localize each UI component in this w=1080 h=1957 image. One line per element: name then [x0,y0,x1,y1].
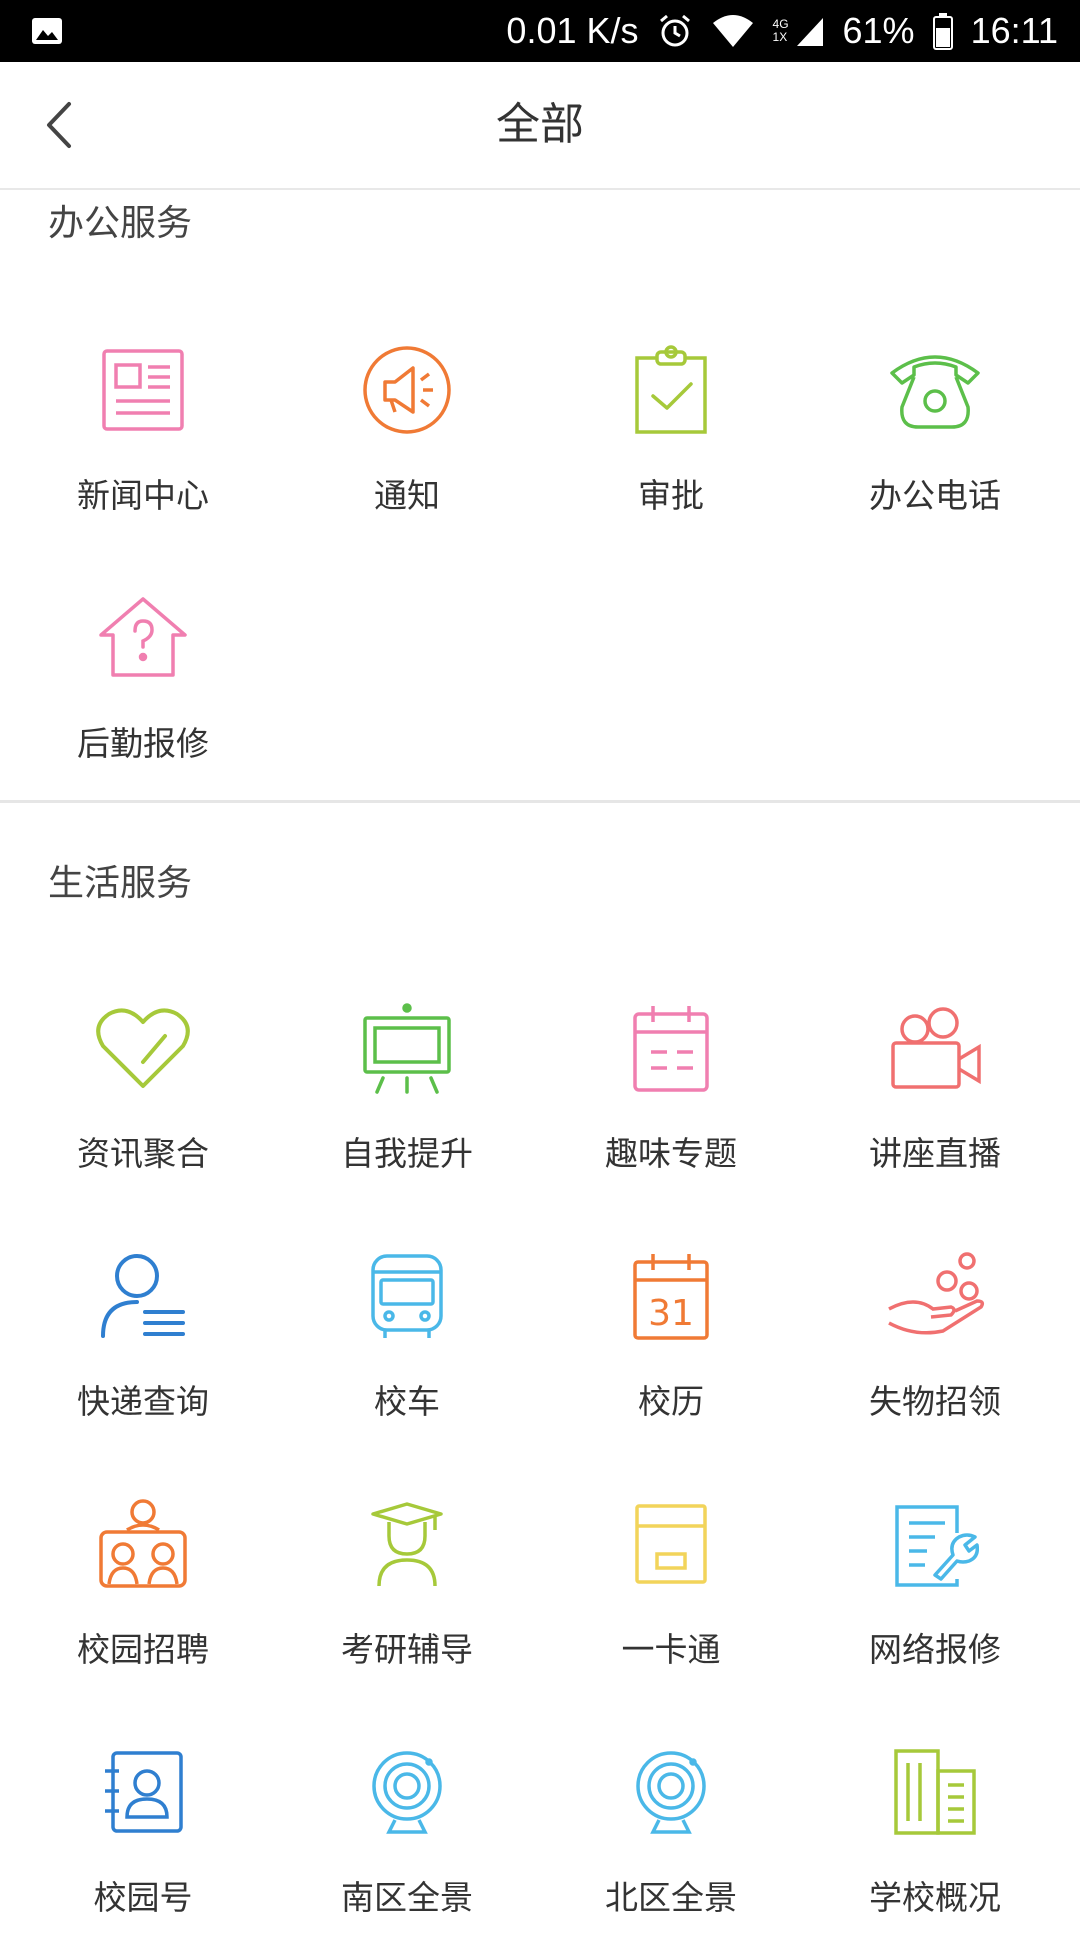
graduate-icon [371,1502,443,1587]
video-camera-icon [891,1007,981,1089]
megaphone-icon [363,346,451,434]
person-list-icon [101,1254,185,1338]
grid-item-label: 学校概况 [869,1878,1001,1917]
grid-item-label: 后勤报修 [77,724,209,763]
calendar-icon [633,1006,709,1092]
recruitment-icon [99,1499,187,1588]
webcam-icon [372,1751,442,1834]
status-bar: 0.01 K/s 4G 1X 61% 16:11 [0,0,1080,62]
grid-item-label: 网络报修 [869,1630,1001,1669]
grid-item-news-center[interactable]: 新闻中心 [8,335,278,555]
grid-item-network-repair[interactable]: 网络报修 [800,1489,1070,1709]
grid-item-label: 考研辅导 [341,1630,473,1669]
grid-item-campus-card[interactable]: 一卡通 [536,1489,806,1709]
page-title: 全部 [496,99,584,150]
grid-item-label: 校园号 [93,1878,193,1917]
title-bar: 全部 [0,62,1080,190]
grid-item-label: 资讯聚合 [77,1134,209,1173]
svg-text:31: 31 [648,1293,694,1334]
grid-item-label: 自我提升 [341,1134,473,1173]
clock: 16:11 [970,10,1058,51]
grid-item-label: 审批 [638,476,704,515]
hand-coins-icon [888,1252,985,1335]
grid-item-postgrad-tutoring[interactable]: 考研辅导 [272,1489,542,1709]
grid-item-label: 一卡通 [621,1630,721,1669]
grid-item-office-phone[interactable]: 办公电话 [800,335,1070,555]
grid-item-self-improvement[interactable]: 自我提升 [272,993,542,1213]
section-title: 生活服务 [48,863,193,904]
image-notification-icon [32,18,62,44]
section-life-services: 生活服务 资讯聚合 自我提升 趣味专题 讲座直播 快递查询 校车 31 校历 失… [0,803,1080,1920]
grid-item-label: 办公电话 [869,476,1001,515]
grid-item-label: 趣味专题 [605,1134,737,1173]
signal-icon [796,18,823,46]
webcam-icon [636,1751,706,1834]
grid-item-label: 校车 [374,1382,440,1421]
grid-item-label: 新闻中心 [77,476,209,515]
grid-item-school-bus[interactable]: 校车 [272,1241,542,1461]
wifi-icon [712,15,753,47]
bus-icon [371,1254,443,1338]
calendar-31-icon: 31 [633,1254,709,1340]
contact-card-icon [105,1751,183,1833]
grid-item-label: 南区全景 [341,1878,473,1917]
grid-item-fun-topics[interactable]: 趣味专题 [536,993,806,1213]
battery-icon [932,13,953,50]
network-type: 4G 1X [772,17,789,44]
grid-item-express-query[interactable]: 快递查询 [8,1241,278,1461]
grid-item-campus-account[interactable]: 校园号 [8,1737,278,1957]
alarm-icon [659,14,690,47]
grid-item-notice[interactable]: 通知 [272,335,542,555]
heart-icon [96,1008,190,1088]
grid-item-north-panorama[interactable]: 北区全景 [536,1737,806,1957]
grid-item-campus-recruitment[interactable]: 校园招聘 [8,1489,278,1709]
battery-percent: 61% [842,10,915,51]
telephone-icon [890,355,980,429]
grid-item-school-calendar[interactable]: 31 校历 [536,1241,806,1461]
grid-item-approval[interactable]: 审批 [536,335,806,555]
card-icon [635,1504,707,1584]
grid-item-lost-and-found[interactable]: 失物招领 [800,1241,1070,1461]
section-title: 办公服务 [48,203,193,244]
cellular-indicator: 4G 1X [773,14,825,48]
section-office-services: 办公服务 新闻中心 通知 审批 办公电话 后勤报修 [0,190,1080,800]
grid-item-label: 北区全景 [605,1878,737,1917]
newspaper-icon [102,349,184,431]
house-question-icon [99,597,187,677]
grid-item-label: 校历 [638,1382,704,1421]
grid-item-label: 快递查询 [77,1382,209,1421]
grid-item-label: 通知 [374,476,440,515]
grid-item-lecture-live[interactable]: 讲座直播 [800,993,1070,1213]
grid-item-label: 校园招聘 [77,1630,209,1669]
grid-item-school-overview[interactable]: 学校概况 [800,1737,1070,1957]
grid-item-label: 讲座直播 [869,1134,1001,1173]
buildings-icon [894,1749,976,1835]
document-wrench-icon [895,1505,979,1587]
grid-item-label: 失物招领 [869,1382,1001,1421]
grid-item-south-panorama[interactable]: 南区全景 [272,1737,542,1957]
network-speed: 0.01 K/s [506,10,639,51]
grid-item-news-aggregation[interactable]: 资讯聚合 [8,993,278,1213]
grid-item-logistics-repair[interactable]: 后勤报修 [8,583,278,803]
blackboard-icon [363,1003,451,1094]
clipboard-check-icon [635,345,707,434]
